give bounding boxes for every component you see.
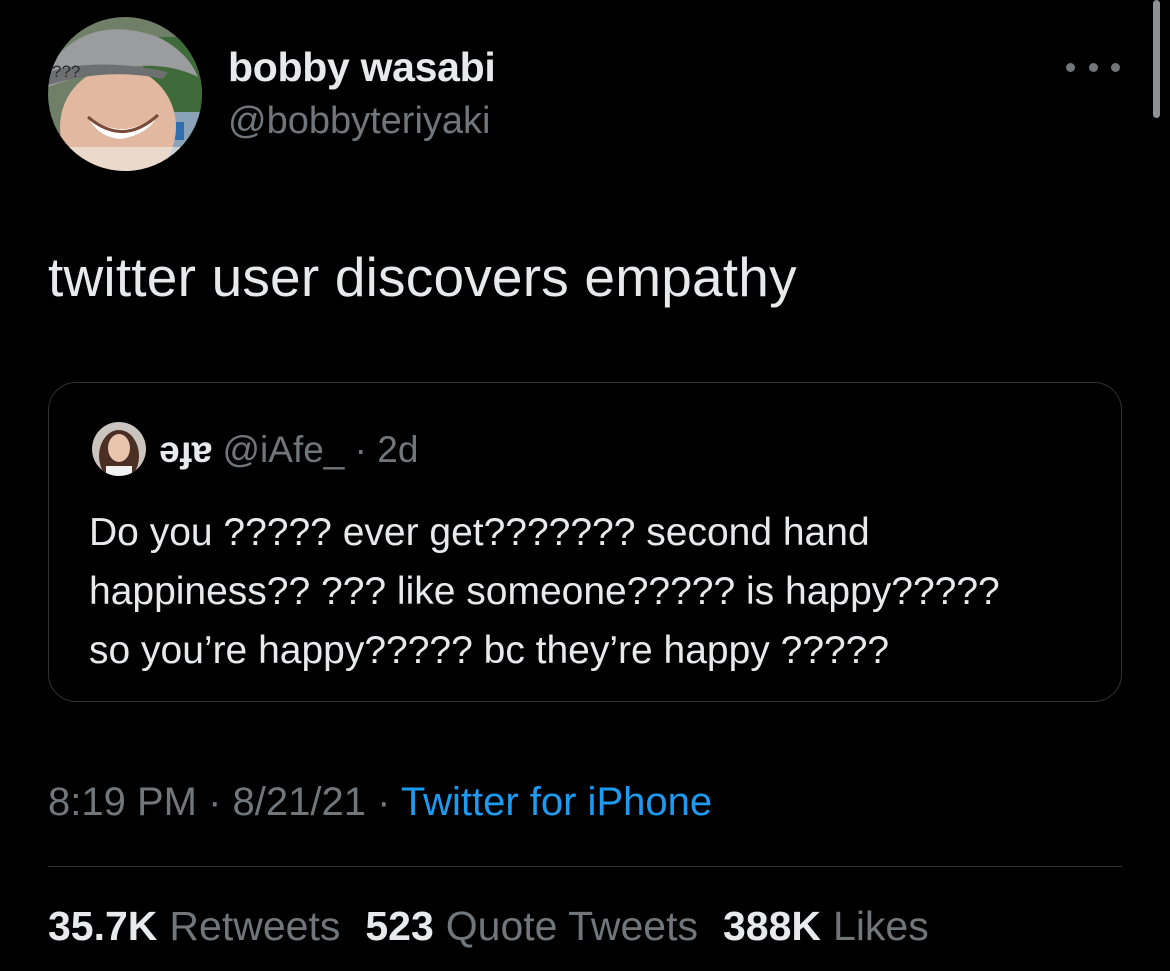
- likes-count: 388K: [723, 903, 822, 949]
- author-name[interactable]: bobby wasabi: [228, 44, 496, 91]
- quoted-tweet-age: 2d: [377, 429, 419, 470]
- tweet-stats: 35.7K Retweets 523 Quote Tweets 388K Likes: [48, 903, 954, 950]
- more-dot: [1111, 62, 1120, 72]
- quoted-author-name[interactable]: ǝɟɐ: [159, 429, 212, 470]
- quoted-avatar-image: [92, 422, 146, 476]
- scrollbar[interactable]: [1153, 0, 1160, 118]
- author-avatar-image: ???: [48, 17, 202, 171]
- quote-tweets-label: Quote Tweets: [445, 903, 698, 949]
- quoted-tweet-header: ǝɟɐ @iAfe_ · 2d: [159, 429, 418, 471]
- more-dot: [1088, 62, 1098, 72]
- retweets-label: Retweets: [169, 903, 341, 949]
- likes-label: Likes: [833, 903, 929, 949]
- tweet-text: twitter user discovers empathy: [48, 246, 797, 308]
- quoted-tweet-line: so you’re happy????? bc they’re happy ??…: [89, 629, 890, 672]
- retweets-stat[interactable]: 35.7K Retweets: [48, 903, 340, 950]
- meta-separator: ·: [377, 780, 391, 824]
- quoted-separator: ·: [354, 429, 367, 470]
- tweet-meta-row: 8:19 PM · 8/21/21 · Twitter for iPhone: [48, 780, 712, 825]
- quoted-author-handle[interactable]: @iAfe_: [222, 429, 344, 470]
- meta-separator: ·: [208, 780, 222, 824]
- more-dot: [1066, 62, 1075, 72]
- quoted-tweet-line: happiness?? ??? like someone????? is hap…: [89, 570, 1000, 613]
- quoted-tweet-line: Do you ????? ever get??????? second hand: [89, 511, 870, 554]
- quoted-author-avatar[interactable]: [92, 422, 146, 476]
- avatar-overlay-text: ???: [52, 62, 80, 81]
- tweet-source-link[interactable]: Twitter for iPhone: [401, 780, 712, 824]
- author-handle[interactable]: @bobbyteriyaki: [228, 100, 490, 143]
- quote-tweets-count: 523: [365, 903, 434, 949]
- tweet-detail-page: ??? bobby wasabi @bobbyteriyaki twitter …: [0, 0, 1170, 971]
- tweet-date: 8/21/21: [232, 780, 367, 824]
- quoted-tweet-body: Do you ????? ever get??????? second hand…: [89, 503, 1109, 680]
- likes-stat[interactable]: 388K Likes: [723, 903, 929, 950]
- quote-tweets-stat[interactable]: 523 Quote Tweets: [365, 903, 698, 950]
- more-options-icon[interactable]: [1066, 58, 1120, 76]
- retweets-count: 35.7K: [48, 903, 158, 949]
- quoted-tweet-card[interactable]: ǝɟɐ @iAfe_ · 2d Do you ????? ever get????…: [48, 382, 1122, 702]
- author-avatar[interactable]: ???: [48, 17, 202, 171]
- divider: [48, 866, 1122, 867]
- tweet-time: 8:19 PM: [48, 780, 197, 824]
